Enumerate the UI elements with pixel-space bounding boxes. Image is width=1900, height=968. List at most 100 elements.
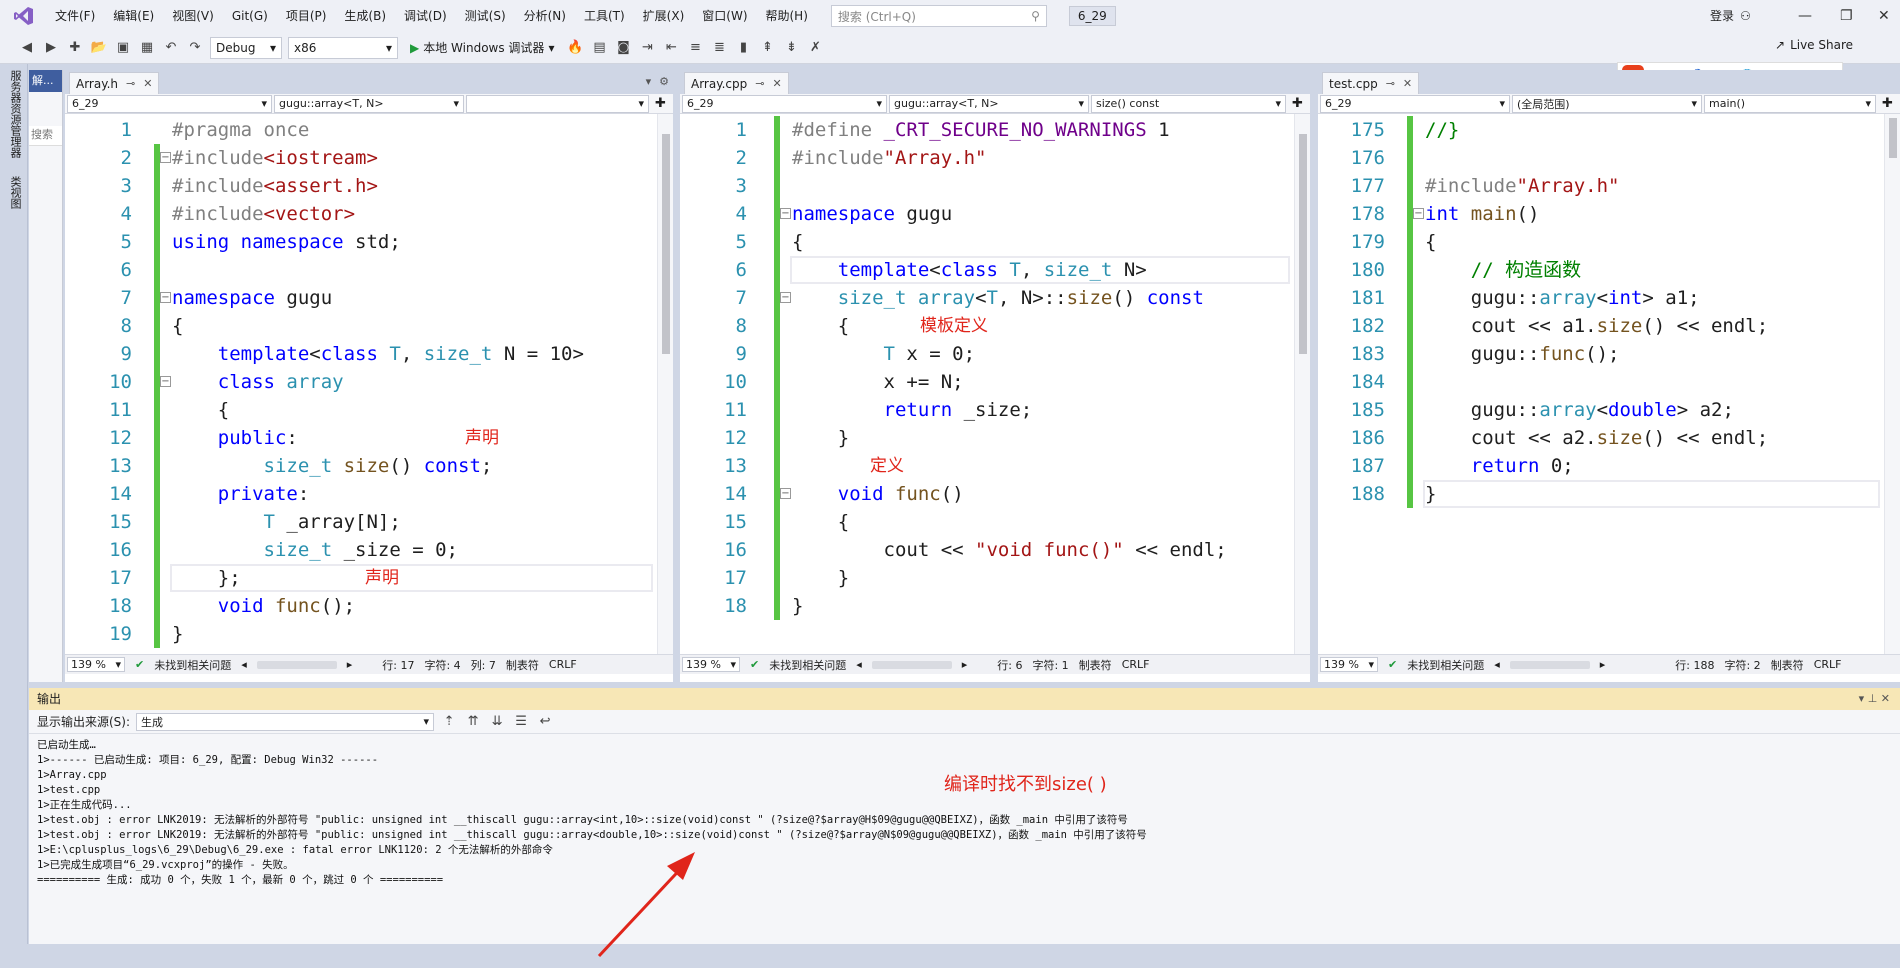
horizontal-scrollbar[interactable] bbox=[256, 660, 337, 669]
output-source-select[interactable]: 生成 ▾ bbox=[136, 712, 435, 731]
code-line[interactable]: 9 template<class T, size_t N = 10> bbox=[65, 340, 673, 368]
code-line[interactable]: 11 return _size; bbox=[680, 396, 1310, 424]
server-explorer-tab[interactable]: 服务器资源管理器 bbox=[6, 70, 22, 158]
pin-icon[interactable]: ⊥ bbox=[1868, 692, 1878, 705]
clear-bookmarks-icon[interactable]: ✗ bbox=[806, 39, 824, 57]
eol-indicator[interactable]: CRLF bbox=[1814, 658, 1842, 671]
menu-item[interactable]: 帮助(H) bbox=[757, 0, 817, 32]
code-line[interactable]: 17 } bbox=[680, 564, 1310, 592]
tabs-indicator[interactable]: 制表符 bbox=[506, 657, 539, 673]
scroll-right-icon[interactable]: ▸ bbox=[347, 658, 353, 671]
restore-button[interactable]: ❐ bbox=[1840, 0, 1853, 32]
code-line[interactable]: 13 size_t size() const; bbox=[65, 452, 673, 480]
close-icon[interactable]: ✕ bbox=[772, 77, 781, 90]
code-line[interactable]: 182 cout << a1.size() << endl; bbox=[1318, 312, 1900, 340]
uncomment-icon[interactable]: ≣ bbox=[710, 39, 728, 57]
close-icon[interactable]: ✕ bbox=[1403, 77, 1412, 90]
menu-item[interactable]: 文件(F) bbox=[46, 0, 104, 32]
menu-item[interactable]: Git(G) bbox=[223, 0, 277, 32]
code-line[interactable]: 15 { bbox=[680, 508, 1310, 536]
dropdown-icon[interactable]: ▾ bbox=[1859, 692, 1865, 705]
nav-combo-1[interactable]: gugu::array<T, N> ▾ bbox=[274, 94, 464, 113]
save-all-icon[interactable]: ▦ bbox=[138, 39, 156, 57]
document-tab[interactable]: Array.h ⊸ ✕ bbox=[69, 72, 160, 94]
code-line[interactable]: 9 T x = 0; bbox=[680, 340, 1310, 368]
scroll-right-icon[interactable]: ▸ bbox=[1600, 658, 1606, 671]
menu-item[interactable]: 测试(S) bbox=[456, 0, 515, 32]
undo-icon[interactable]: ↶ bbox=[162, 39, 180, 57]
menu-item[interactable]: 扩展(X) bbox=[634, 0, 694, 32]
hot-reload-icon[interactable]: 🔥 bbox=[566, 39, 584, 57]
split-icon[interactable]: ✚ bbox=[1882, 96, 1893, 111]
fold-toggle-icon[interactable]: − bbox=[160, 292, 171, 303]
fold-toggle-icon[interactable]: − bbox=[780, 488, 791, 499]
code-line[interactable]: 7 namespace gugu bbox=[65, 284, 673, 312]
code-line[interactable]: 3 #include<assert.h> bbox=[65, 172, 673, 200]
zoom-select[interactable]: 139 % ▾ bbox=[682, 657, 740, 672]
redo-icon[interactable]: ↷ bbox=[186, 39, 204, 57]
split-icon[interactable]: ✚ bbox=[1292, 96, 1303, 111]
code-line[interactable]: 184 bbox=[1318, 368, 1900, 396]
code-line[interactable]: 8{ bbox=[65, 312, 673, 340]
code-line[interactable]: 7 size_t array<T, N>::size() const bbox=[680, 284, 1310, 312]
screenshot-icon[interactable]: ◙ bbox=[614, 39, 632, 57]
code-line[interactable]: 5 using namespace std; bbox=[65, 228, 673, 256]
code-line[interactable]: 15 T _array[N]; bbox=[65, 508, 673, 536]
char-indicator[interactable]: 字符: 1 bbox=[1032, 657, 1068, 673]
eol-indicator[interactable]: CRLF bbox=[549, 658, 577, 671]
word-wrap-icon[interactable]: ↩ bbox=[536, 713, 554, 731]
next-message-icon[interactable]: ⇊ bbox=[488, 713, 506, 731]
code-line[interactable]: 186 cout << a2.size() << endl; bbox=[1318, 424, 1900, 452]
solution-explorer-tab[interactable]: 解... bbox=[29, 70, 62, 92]
menu-item[interactable]: 项目(P) bbox=[277, 0, 336, 32]
code-line[interactable]: 4 namespace gugu bbox=[680, 200, 1310, 228]
fold-toggle-icon[interactable]: − bbox=[160, 376, 171, 387]
pin-icon[interactable]: ⊸ bbox=[126, 77, 135, 90]
nav-combo-0[interactable]: 6_29 ▾ bbox=[1320, 94, 1510, 113]
prev-message-icon[interactable]: ⇈ bbox=[464, 713, 482, 731]
gear-icon[interactable]: ⚙ bbox=[659, 75, 669, 88]
start-debugging-button[interactable]: ▶ 本地 Windows 调试器 ▾ bbox=[404, 39, 560, 56]
code-line[interactable]: 13 bbox=[680, 452, 1310, 480]
code-line[interactable]: 178 int main() bbox=[1318, 200, 1900, 228]
menu-item[interactable]: 编辑(E) bbox=[104, 0, 163, 32]
zoom-select[interactable]: 139 % ▾ bbox=[67, 657, 125, 672]
vertical-scrollbar[interactable] bbox=[1294, 114, 1310, 654]
indent-icon[interactable]: ⇥ bbox=[638, 39, 656, 57]
nav-combo-1[interactable]: (全局范围) ▾ bbox=[1512, 94, 1702, 113]
code-line[interactable]: 8 { bbox=[680, 312, 1310, 340]
code-line[interactable]: 185 gugu::array<double> a2; bbox=[1318, 396, 1900, 424]
horizontal-scrollbar[interactable] bbox=[1509, 660, 1590, 669]
nav-combo-2[interactable]: main() ▾ bbox=[1704, 94, 1876, 113]
code-line[interactable]: 180 // 构造函数 bbox=[1318, 256, 1900, 284]
pin-icon[interactable]: ⊸ bbox=[755, 77, 764, 90]
code-line[interactable]: 10 x += N; bbox=[680, 368, 1310, 396]
outdent-icon[interactable]: ⇤ bbox=[662, 39, 680, 57]
class-view-tab[interactable]: 类视图 bbox=[6, 176, 22, 209]
issues-status[interactable]: 未找到相关问题 bbox=[1407, 657, 1484, 673]
row-indicator[interactable]: 行: 17 bbox=[382, 657, 414, 673]
code-line[interactable]: 1 #pragma once bbox=[65, 116, 673, 144]
document-tab[interactable]: Array.cpp ⊸ ✕ bbox=[684, 72, 789, 94]
nav-combo-0[interactable]: 6_29 ▾ bbox=[67, 94, 272, 113]
close-window-button[interactable]: ✕ bbox=[1878, 0, 1890, 32]
code-editor[interactable]: 1 #define _CRT_SECURE_NO_WARNINGS 1 2 #incl… bbox=[680, 114, 1310, 654]
code-line[interactable]: 2 #include"Array.h" bbox=[680, 144, 1310, 172]
nav-combo-1[interactable]: gugu::array<T, N> ▾ bbox=[889, 94, 1089, 113]
row-indicator[interactable]: 行: 188 bbox=[1675, 657, 1714, 673]
code-line[interactable]: 3 bbox=[680, 172, 1310, 200]
code-line[interactable]: 11 { bbox=[65, 396, 673, 424]
menu-item[interactable]: 分析(N) bbox=[515, 0, 575, 32]
code-line[interactable]: 6 template<class T, size_t N> bbox=[680, 256, 1310, 284]
nav-combo-2[interactable]: ▾ bbox=[466, 94, 649, 113]
menu-item[interactable]: 调试(D) bbox=[395, 0, 456, 32]
horizontal-scrollbar[interactable] bbox=[871, 660, 952, 669]
code-line[interactable]: 18 void func(); bbox=[65, 592, 673, 620]
menu-item[interactable]: 工具(T) bbox=[575, 0, 634, 32]
pin-icon[interactable]: ⊸ bbox=[1386, 77, 1395, 90]
document-tab[interactable]: test.cpp ⊸ ✕ bbox=[1322, 72, 1420, 94]
code-line[interactable]: 19} bbox=[65, 620, 673, 648]
code-editor[interactable]: 175 //} 176 177 #include"Array.h" 178 int main… bbox=[1318, 114, 1900, 654]
code-line[interactable]: 179 { bbox=[1318, 228, 1900, 256]
split-icon[interactable]: ✚ bbox=[655, 96, 666, 111]
